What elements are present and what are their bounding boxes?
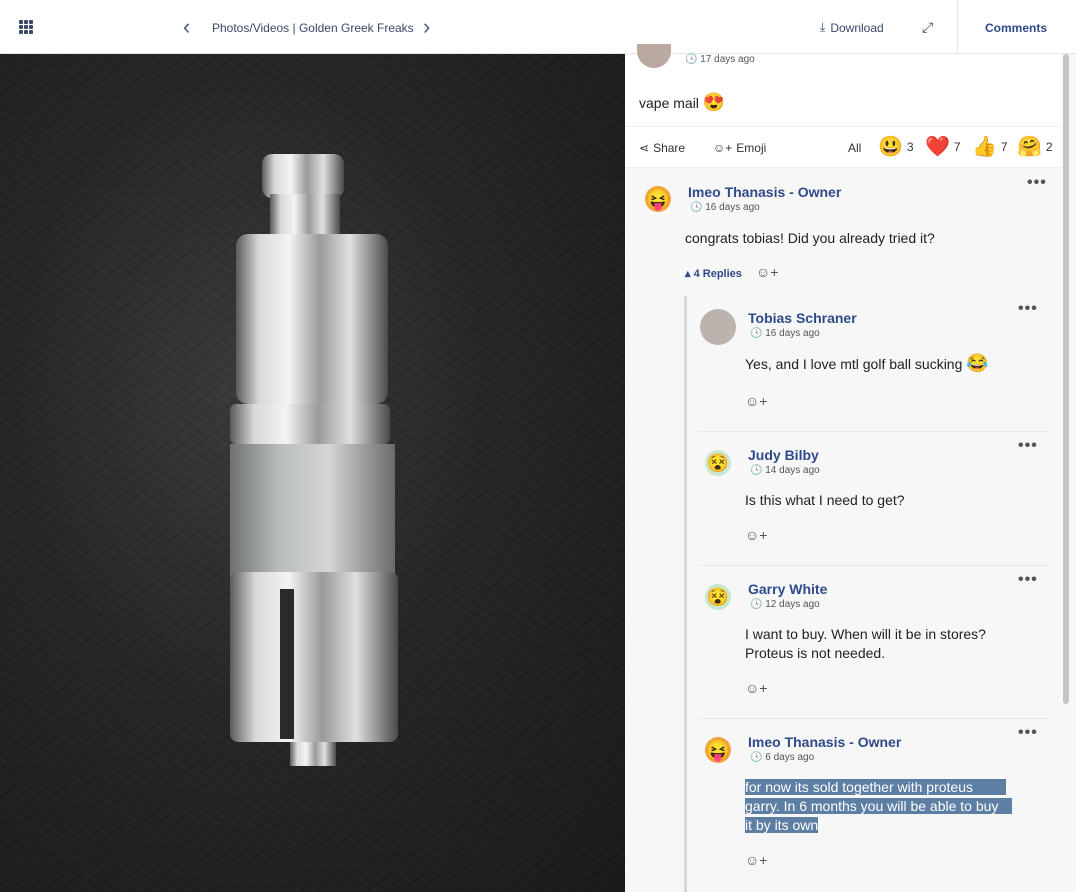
expand-icon[interactable]: ⤢ (922, 19, 933, 36)
download-button[interactable]: ⤓ Download (820, 20, 884, 35)
post-header: 🕓 17 days ago vape mail 😍 (625, 44, 1062, 126)
reply-text: Is this what I need to get? (745, 492, 905, 508)
emoji-add-icon[interactable]: ☺+ (745, 393, 767, 409)
more-options-icon[interactable]: ••• (1018, 437, 1038, 455)
avatar[interactable]: 😝 (645, 186, 671, 212)
breadcrumb[interactable]: Photos/Videos | Golden Greek Freaks (212, 21, 414, 35)
post-time: 🕓 17 days ago (685, 54, 755, 65)
emoji-add-icon: ☺+ (713, 141, 733, 155)
avatar-face-icon: 😝 (705, 739, 731, 762)
clock-icon: 🕓 (685, 54, 698, 65)
emoji-add-icon[interactable]: ☺+ (745, 680, 767, 696)
more-options-icon[interactable]: ••• (1018, 724, 1038, 742)
clock-icon: 🕓 (750, 465, 763, 476)
avatar[interactable]: 😵 (705, 450, 731, 476)
share-icon: ⋖ (639, 141, 650, 155)
reply-text: Yes, and I love mtl golf ball sucking 😂 (745, 353, 989, 373)
post-text: vape mail 😍 (639, 92, 726, 112)
avatar-face-icon: 😝 (645, 188, 671, 211)
comment-text: congrats tobias! Did you already tried i… (685, 230, 935, 246)
clock-icon: 🕓 (750, 599, 763, 610)
heart-emoji-icon: ❤️ (925, 136, 950, 158)
tab-comments[interactable]: Comments (985, 21, 1047, 35)
reaction-heart[interactable]: ❤️ 7 (925, 137, 961, 157)
scrollbar[interactable] (1063, 54, 1069, 704)
download-icon: ⤓ (820, 20, 826, 34)
vape-tank-image (230, 154, 398, 766)
reactions-all-link[interactable]: All (848, 141, 861, 155)
photo-viewer[interactable] (0, 54, 625, 892)
comment-time: 🕓 16 days ago (690, 202, 760, 213)
share-button[interactable]: ⋖ Share (639, 141, 685, 155)
divider (957, 0, 958, 54)
more-options-icon[interactable]: ••• (1018, 571, 1038, 589)
clock-icon: 🕓 (750, 328, 763, 339)
avatar[interactable] (700, 309, 736, 345)
replies-thread-line (684, 296, 687, 892)
reply-time: 🕓 14 days ago (750, 465, 820, 476)
next-arrow-icon[interactable]: › (423, 16, 439, 38)
caret-up-icon: ▴ (685, 268, 691, 280)
reaction-smile[interactable]: 😃 3 (878, 137, 914, 157)
avatar[interactable]: 😵 (705, 584, 731, 610)
smile-emoji-icon: 😃 (878, 136, 903, 158)
avatar[interactable] (637, 44, 671, 68)
reaction-thumbs-up[interactable]: 👍 7 (972, 137, 1008, 157)
previous-arrow-icon[interactable]: ‹ (183, 16, 199, 38)
reaction-hug[interactable]: 🤗 2 (1017, 137, 1053, 157)
post-actions-bar: ⋖ Share ☺+ Emoji All 😃 3 ❤️ 7 👍 7 🤗 2 (625, 126, 1062, 168)
emoji-add-icon[interactable]: ☺+ (756, 264, 778, 280)
avatar-face-icon: 😵 (706, 586, 730, 607)
avatar-face-icon: 😵 (706, 452, 730, 473)
comment-author[interactable]: Imeo Thanasis - Owner (688, 184, 841, 200)
emoji-add-icon[interactable]: ☺+ (745, 852, 767, 868)
laughing-emoji-icon: 😂 (966, 353, 989, 373)
more-options-icon[interactable]: ••• (1027, 174, 1047, 192)
reply-text: I want to buy. When will it be in stores… (745, 626, 986, 661)
reply-author[interactable]: Tobias Schraner (748, 310, 857, 326)
emoji-button[interactable]: ☺+ Emoji (713, 141, 766, 155)
apps-grid-icon[interactable] (19, 20, 33, 34)
emoji-add-icon[interactable]: ☺+ (745, 527, 767, 543)
heart-eyes-emoji: 😍 (702, 92, 726, 112)
download-label: Download (830, 20, 884, 35)
reply-text-selected: for now its sold together with proteus g… (745, 778, 1013, 835)
reply-author[interactable]: Garry White (748, 581, 827, 597)
avatar[interactable]: 😝 (705, 737, 731, 763)
clock-icon: 🕓 (690, 202, 703, 213)
thumbs-up-emoji-icon: 👍 (972, 136, 997, 158)
reply-time: 🕓 16 days ago (750, 328, 820, 339)
reply-time: 🕓 12 days ago (750, 599, 820, 610)
reply-author[interactable]: Imeo Thanasis - Owner (748, 734, 901, 750)
clock-icon: 🕓 (750, 752, 763, 763)
replies-toggle[interactable]: ▴ 4 Replies (685, 267, 742, 280)
more-options-icon[interactable]: ••• (1018, 300, 1038, 318)
reply-author[interactable]: Judy Bilby (748, 447, 819, 463)
reply-time: 🕓 6 days ago (750, 752, 815, 763)
hug-emoji-icon: 🤗 (1017, 136, 1042, 158)
top-bar: ‹ Photos/Videos | Golden Greek Freaks › … (0, 0, 1076, 54)
